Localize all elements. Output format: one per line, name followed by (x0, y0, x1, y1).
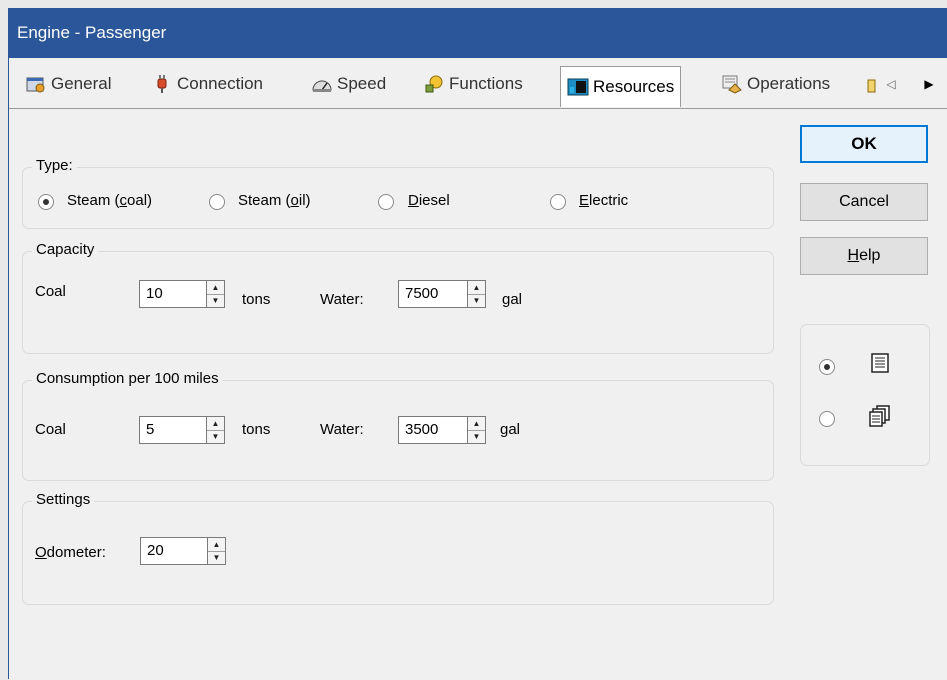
diesel-label[interactable]: Diesel (408, 192, 450, 209)
spin-down-icon[interactable]: ▼ (208, 550, 225, 565)
electric-radio[interactable] (550, 194, 566, 210)
type-group: Type: Steam (coal) Steam (oil) Diesel El… (22, 157, 774, 229)
capacity-water-label: Water: (320, 291, 364, 308)
capacity-coal-label: Coal (35, 283, 66, 300)
consumption-water-input[interactable]: 3500 (398, 416, 468, 444)
consumption-water-label: Water: (320, 421, 364, 438)
settings-group: Settings Odometer: 20 ▲ ▼ (22, 491, 774, 605)
diesel-radio[interactable] (378, 194, 394, 210)
functions-icon (425, 75, 443, 93)
spin-down-icon[interactable]: ▼ (468, 429, 485, 444)
dialog-window: Engine - Passenger General Connection Sp… (8, 8, 947, 680)
consumption-water-unit: gal (500, 421, 521, 438)
capacity-coal-input[interactable]: 10 (139, 280, 207, 308)
multi-view-radio[interactable] (819, 411, 835, 427)
help-button[interactable]: Help (800, 237, 928, 275)
tab-speed[interactable]: Speed (311, 70, 386, 98)
consumption-group: Consumption per 100 miles Coal 5 ▲ ▼ tons… (22, 370, 774, 481)
steam-coal-label[interactable]: Steam (coal) (67, 192, 152, 209)
consumption-coal-input[interactable]: 5 (139, 416, 207, 444)
cancel-button[interactable]: Cancel (800, 183, 928, 221)
tab-operations[interactable]: Operations (721, 70, 830, 98)
resources-icon (567, 78, 589, 96)
tab-strip: General Connection Speed Functions Resou… (9, 58, 947, 110)
tab-general[interactable]: General (25, 70, 111, 98)
tab-partial[interactable] (867, 70, 877, 98)
general-icon (26, 77, 45, 93)
tab-functions[interactable]: Functions (423, 70, 523, 98)
spin-up-icon[interactable]: ▲ (468, 281, 485, 294)
tab-scroll-right-icon[interactable]: ▶ (921, 76, 937, 92)
tab-label: Speed (337, 74, 387, 93)
steam-oil-radio[interactable] (209, 194, 225, 210)
plug-icon (157, 75, 167, 93)
consumption-coal-spinner[interactable]: 5 ▲ ▼ (139, 416, 225, 444)
consumption-coal-unit: tons (242, 421, 271, 438)
tab-label: General (51, 74, 112, 93)
spin-up-icon[interactable]: ▲ (468, 417, 485, 430)
electric-label[interactable]: Electric (579, 192, 628, 209)
tab-label: Functions (449, 74, 523, 93)
spin-down-icon[interactable]: ▼ (468, 293, 485, 308)
title-bar[interactable]: Engine - Passenger (9, 8, 947, 58)
view-mode-group (800, 324, 930, 466)
spin-down-icon[interactable]: ▼ (207, 429, 224, 444)
consumption-legend: Consumption per 100 miles (32, 370, 223, 387)
speedometer-icon (312, 80, 332, 92)
multi-page-icon (869, 405, 890, 427)
ok-button[interactable]: OK (800, 125, 928, 163)
capacity-coal-unit: tons (242, 291, 271, 308)
tab-scroll-left-icon[interactable]: ◁ (883, 76, 899, 92)
capacity-water-input[interactable]: 7500 (398, 280, 468, 308)
partial-tab-icon (867, 79, 876, 93)
consumption-water-spinner[interactable]: 3500 ▲ ▼ (398, 416, 486, 444)
capacity-water-spinner[interactable]: 7500 ▲ ▼ (398, 280, 486, 308)
capacity-water-unit: gal (502, 291, 523, 308)
steam-coal-radio[interactable] (38, 194, 54, 210)
operations-icon (722, 75, 742, 94)
tab-connection[interactable]: Connection (151, 70, 263, 98)
tab-label: Connection (177, 74, 264, 93)
odometer-label: Odometer: (35, 544, 106, 561)
spin-down-icon[interactable]: ▼ (207, 293, 224, 308)
resources-panel: Type: Steam (coal) Steam (oil) Diesel El… (9, 108, 947, 680)
tab-resources[interactable]: Resources (560, 66, 682, 107)
capacity-legend: Capacity (32, 241, 99, 258)
spin-up-icon[interactable]: ▲ (208, 538, 225, 551)
steam-oil-label[interactable]: Steam (oil) (238, 192, 311, 209)
single-view-radio[interactable] (819, 359, 835, 375)
spin-up-icon[interactable]: ▲ (207, 281, 224, 294)
odometer-spinner[interactable]: 20 ▲ ▼ (140, 537, 226, 565)
settings-legend: Settings (32, 491, 95, 508)
consumption-coal-label: Coal (35, 421, 66, 438)
single-page-icon (871, 353, 889, 373)
tab-label: Operations (747, 74, 831, 93)
tab-label: Resources (593, 77, 675, 96)
spin-up-icon[interactable]: ▲ (207, 417, 224, 430)
odometer-input[interactable]: 20 (140, 537, 208, 565)
window-title: Engine - Passenger (17, 23, 167, 42)
type-legend: Type: (32, 157, 77, 174)
capacity-coal-spinner[interactable]: 10 ▲ ▼ (139, 280, 225, 308)
capacity-group: Capacity Coal 10 ▲ ▼ tons Water: 7500 ▲ ▼ … (22, 241, 774, 354)
